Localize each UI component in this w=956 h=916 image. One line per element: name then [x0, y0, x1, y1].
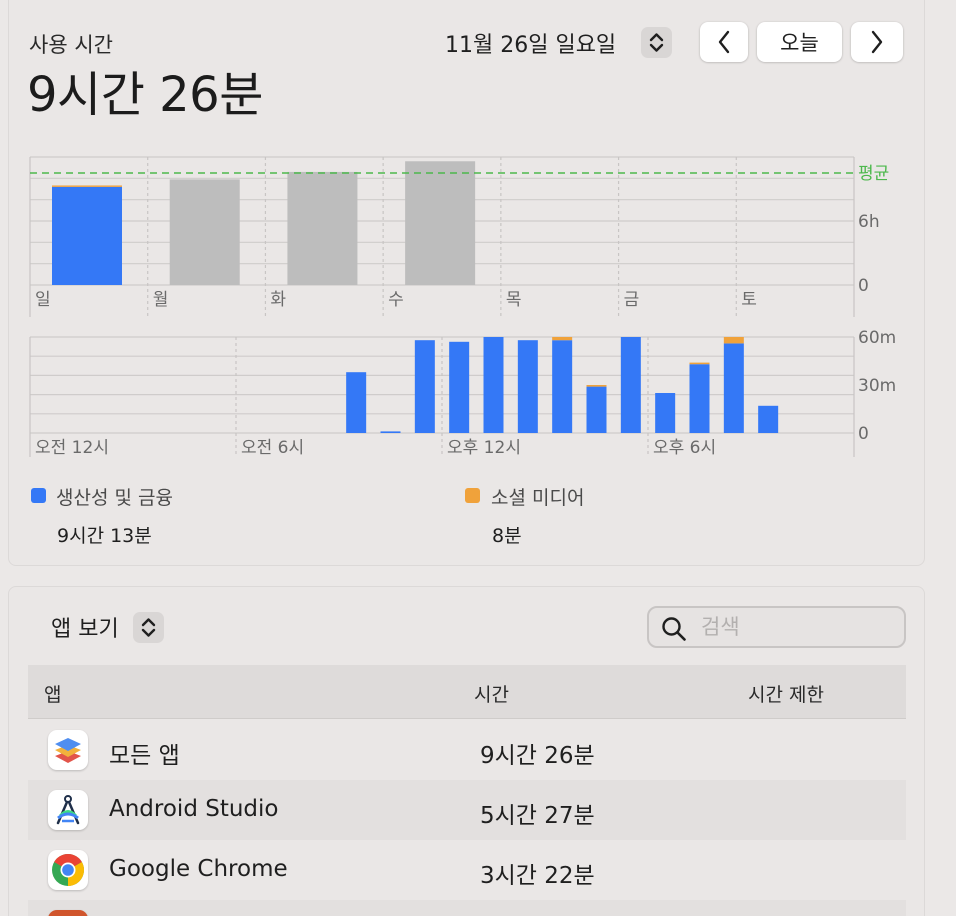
chevron-left-icon — [718, 30, 730, 54]
table-row[interactable]: Android Studio 5시간 27분 — [28, 780, 906, 840]
hour-label: 오전 6시 — [241, 438, 304, 458]
y-tick-label: 0 — [858, 424, 869, 444]
hourly-chart-bars — [346, 337, 779, 433]
bar-previous-day — [405, 161, 476, 285]
app-view-selector-label[interactable]: 앱 보기 — [51, 611, 119, 643]
next-day-button[interactable] — [851, 22, 903, 62]
bar-productivity — [655, 393, 676, 433]
bar-social — [723, 337, 744, 344]
bar-productivity — [758, 405, 779, 433]
search-input[interactable] — [701, 613, 896, 641]
search-box[interactable] — [647, 606, 906, 648]
bar-productivity — [483, 337, 504, 433]
chrome-icon — [48, 850, 88, 890]
table-row[interactable] — [28, 900, 906, 916]
apps-panel: 앱 보기 앱 시간 시간 제한 모든 앱 9시간 26분 — [8, 586, 925, 916]
legend-label-productivity: 생산성 및 금융 — [56, 487, 173, 509]
app-time: 3시간 22분 — [480, 863, 595, 889]
hour-label: 오후 6시 — [653, 438, 716, 458]
average-label: 평균 — [858, 164, 889, 184]
weekly-usage-chart: 일 월 화 수 목 금 토 평균 0 6h — [29, 156, 889, 317]
column-header-time-limit[interactable]: 시간 제한 — [748, 680, 824, 707]
app-name: 모든 앱 — [109, 743, 180, 769]
chevron-right-icon — [871, 30, 883, 54]
up-down-chevron-icon — [141, 618, 156, 637]
day-label: 수 — [388, 290, 404, 310]
apps-table-header: 앱 시간 시간 제한 — [28, 665, 906, 719]
legend-swatch-social — [465, 488, 480, 503]
bar-productivity — [552, 340, 573, 433]
bar-productivity — [517, 340, 538, 433]
bar-productivity — [723, 343, 744, 433]
app-name: Android Studio — [109, 796, 279, 822]
total-screen-time: 9시간 26분 — [27, 67, 263, 123]
y-tick-label: 60m — [858, 328, 896, 348]
bar-social — [52, 185, 122, 187]
bar-productivity — [380, 431, 401, 433]
bar-productivity — [586, 386, 607, 433]
legend-swatch-productivity — [31, 488, 46, 503]
date-label: 11월 26일 일요일 — [445, 33, 617, 58]
bar-productivity — [52, 186, 122, 285]
up-down-chevron-icon — [649, 33, 664, 52]
summary-panel: 사용 시간 9시간 26분 11월 26일 일요일 오늘 일 월 화 수 목 금 토 평균 0 6… — [8, 0, 925, 566]
day-label: 금 — [624, 290, 640, 310]
day-label: 월 — [153, 290, 169, 310]
weekly-chart-bars — [30, 161, 854, 285]
app-time: 5시간 27분 — [480, 803, 595, 829]
hour-label: 오후 12시 — [447, 438, 521, 458]
bar-social — [552, 337, 573, 341]
stacked-layers-icon — [48, 730, 88, 770]
bar-productivity — [414, 340, 435, 433]
bar-productivity — [346, 372, 367, 433]
legend-label-social: 소셜 미디어 — [491, 487, 585, 509]
app-time: 9시간 26분 — [480, 743, 595, 769]
bar-social — [689, 362, 710, 365]
android-studio-icon — [48, 790, 88, 830]
column-header-app[interactable]: 앱 — [44, 680, 61, 707]
day-label: 목 — [506, 290, 522, 310]
y-tick-label: 6h — [858, 212, 880, 232]
day-label: 토 — [741, 290, 757, 310]
bar-previous-day — [287, 171, 358, 285]
magnifying-glass-icon — [662, 617, 686, 641]
table-row[interactable]: Google Chrome 3시간 22분 — [28, 840, 906, 900]
table-row[interactable]: 모든 앱 9시간 26분 — [28, 720, 906, 780]
today-button[interactable]: 오늘 — [757, 22, 842, 62]
bar-productivity — [620, 337, 641, 433]
legend-value-productivity: 9시간 13분 — [57, 525, 152, 547]
bar-previous-day — [169, 179, 240, 285]
app-icon — [48, 910, 88, 916]
day-label: 화 — [270, 290, 286, 310]
date-stepper[interactable] — [641, 27, 672, 58]
y-tick-label: 0 — [858, 276, 869, 296]
column-header-time[interactable]: 시간 — [474, 680, 509, 707]
bar-productivity — [449, 341, 470, 433]
app-view-stepper[interactable] — [133, 612, 164, 643]
bar-productivity — [689, 364, 710, 433]
day-label: 일 — [35, 290, 51, 310]
bar-social — [586, 385, 607, 387]
hourly-usage-chart: 오전 12시 오전 6시 오후 12시 오후 6시 0 30m 60m — [29, 328, 896, 458]
legend-value-social: 8분 — [492, 525, 522, 547]
previous-day-button[interactable] — [700, 22, 748, 62]
y-tick-label: 30m — [858, 376, 896, 396]
app-name: Google Chrome — [109, 856, 288, 882]
hour-label: 오전 12시 — [35, 438, 109, 458]
